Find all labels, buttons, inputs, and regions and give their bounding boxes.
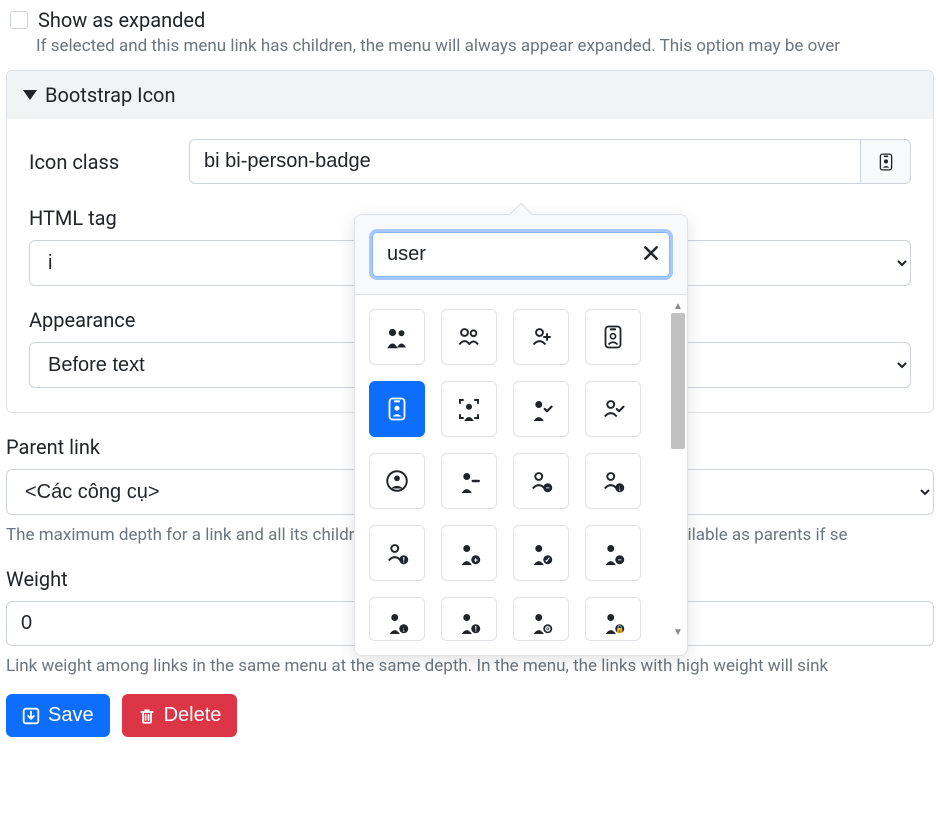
panel-title: Bootstrap Icon bbox=[45, 83, 176, 107]
icon-option-person-badge[interactable] bbox=[585, 309, 641, 365]
icon-picker-popover: − ↓! + ✓ − ↓! ⚙ 🔒 ▲ ▼ bbox=[354, 214, 688, 656]
trash-icon bbox=[138, 707, 156, 725]
show-expanded-checkbox[interactable] bbox=[10, 11, 28, 29]
icon-option-person-fill-check[interactable]: ✓ bbox=[513, 525, 569, 581]
svg-text:⚙: ⚙ bbox=[544, 624, 551, 633]
icon-class-label: Icon class bbox=[29, 150, 149, 174]
svg-text:−: − bbox=[546, 483, 550, 492]
icon-option-person-fill-add[interactable]: + bbox=[441, 525, 497, 581]
svg-text:🔒: 🔒 bbox=[615, 624, 624, 633]
icon-option-person-fill-dash[interactable]: − bbox=[585, 525, 641, 581]
icon-option-people-fill[interactable] bbox=[369, 309, 425, 365]
save-button[interactable]: Save bbox=[6, 694, 110, 737]
icon-option-person-fill-exclamation[interactable]: ! bbox=[441, 597, 497, 641]
icon-option-people[interactable] bbox=[441, 309, 497, 365]
icon-search-input[interactable] bbox=[372, 232, 670, 277]
svg-text:↓: ↓ bbox=[402, 624, 406, 633]
icon-option-person-fill-down[interactable]: ↓ bbox=[369, 597, 425, 641]
icon-option-person-fill-gear[interactable]: ⚙ bbox=[513, 597, 569, 641]
svg-text:!: ! bbox=[403, 555, 405, 564]
icon-option-person-check[interactable] bbox=[585, 381, 641, 437]
icon-grid-scrollbar[interactable]: ▲ ▼ bbox=[671, 299, 685, 639]
icon-option-person-dash-fill[interactable] bbox=[441, 453, 497, 509]
icon-option-person-circle[interactable] bbox=[369, 453, 425, 509]
scroll-down-icon: ▼ bbox=[671, 625, 685, 639]
weight-help: Link weight among links in the same menu… bbox=[0, 656, 940, 676]
icon-option-person-fill-lock[interactable]: 🔒 bbox=[585, 597, 641, 641]
icon-class-input[interactable] bbox=[189, 139, 861, 184]
show-expanded-help: If selected and this menu link has child… bbox=[0, 34, 940, 70]
svg-text:↓: ↓ bbox=[618, 483, 622, 492]
icon-option-person-plus[interactable] bbox=[513, 309, 569, 365]
icon-search-clear[interactable] bbox=[642, 244, 660, 266]
scroll-thumb[interactable] bbox=[671, 313, 685, 449]
bootstrap-icon-toggle[interactable]: Bootstrap Icon bbox=[7, 71, 933, 119]
icon-option-person-exclamation[interactable]: ! bbox=[369, 525, 425, 581]
icon-option-person-bounding-box[interactable] bbox=[441, 381, 497, 437]
svg-text:✓: ✓ bbox=[545, 555, 551, 564]
icon-option-person-check-fill[interactable] bbox=[513, 381, 569, 437]
show-expanded-label: Show as expanded bbox=[38, 8, 205, 32]
icon-option-person-down[interactable]: ↓ bbox=[585, 453, 641, 509]
svg-text:−: − bbox=[618, 555, 622, 564]
icon-option-person-dash[interactable]: − bbox=[513, 453, 569, 509]
person-badge-icon bbox=[877, 153, 895, 171]
icon-picker-button[interactable] bbox=[861, 139, 911, 184]
icon-option-person-badge-fill[interactable] bbox=[369, 381, 425, 437]
scroll-up-icon: ▲ bbox=[671, 299, 685, 313]
svg-text:+: + bbox=[474, 555, 478, 564]
caret-down-icon bbox=[23, 90, 37, 100]
svg-text:!: ! bbox=[475, 624, 477, 633]
close-icon bbox=[642, 244, 660, 262]
delete-button[interactable]: Delete bbox=[122, 694, 238, 737]
download-box-icon bbox=[22, 707, 40, 725]
